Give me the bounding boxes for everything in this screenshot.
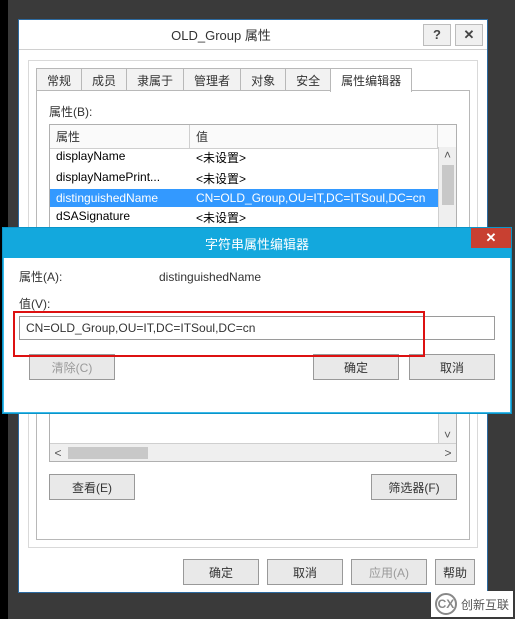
tab-members[interactable]: 成员: [81, 68, 127, 92]
tab-general[interactable]: 常规: [36, 68, 82, 92]
dialog-title: OLD_Group 属性: [19, 25, 423, 44]
help-footer-button[interactable]: 帮助: [435, 559, 475, 585]
titlebar: OLD_Group 属性 ? ✕: [19, 20, 487, 50]
logo-mark-icon: CX: [435, 593, 457, 615]
scroll-up-icon[interactable]: ˄: [440, 147, 456, 163]
filter-button[interactable]: 筛选器(F): [371, 474, 457, 500]
horizontal-scrollbar[interactable]: < >: [50, 443, 456, 461]
editor-ok-button[interactable]: 确定: [313, 354, 399, 380]
view-button[interactable]: 查看(E): [49, 474, 135, 500]
editor-cancel-button[interactable]: 取消: [409, 354, 495, 380]
scroll-down-icon[interactable]: ˅: [440, 427, 456, 443]
table-row[interactable]: displayName<未设置>: [50, 147, 438, 168]
col-header-scroll: [438, 125, 456, 148]
attributes-label: 属性(B):: [49, 103, 457, 120]
editor-title: 字符串属性编辑器: [3, 234, 511, 253]
value-input[interactable]: [19, 316, 495, 340]
attr-value: distinguishedName: [159, 270, 261, 284]
table-header: 属性 值: [50, 125, 456, 149]
table-row[interactable]: dSASignature<未设置>: [50, 207, 438, 228]
attr-label: 属性(A):: [19, 268, 159, 285]
help-button[interactable]: ?: [423, 24, 451, 46]
tab-managedby[interactable]: 管理者: [183, 68, 241, 92]
watermark-logo: CX 创新互联: [431, 591, 513, 617]
tab-object[interactable]: 对象: [240, 68, 286, 92]
logo-text: 创新互联: [461, 596, 509, 613]
table-row[interactable]: displayNamePrint...<未设置>: [50, 168, 438, 189]
scroll-left-icon[interactable]: <: [50, 445, 66, 461]
editor-close-button[interactable]: ✕: [471, 228, 511, 248]
scroll-right-icon[interactable]: >: [440, 445, 456, 461]
close-button[interactable]: ✕: [455, 24, 483, 46]
value-label: 值(V):: [19, 295, 495, 312]
scroll-thumb[interactable]: [68, 447, 148, 459]
tabs: 常规 成员 隶属于 管理者 对象 安全 属性编辑器: [36, 68, 477, 92]
apply-button[interactable]: 应用(A): [351, 559, 427, 585]
tab-attribute-editor[interactable]: 属性编辑器: [330, 68, 412, 92]
clear-button[interactable]: 清除(C): [29, 354, 115, 380]
dialog-footer: 确定 取消 应用(A) 帮助: [19, 552, 487, 592]
scroll-thumb[interactable]: [442, 165, 454, 205]
tab-memberof[interactable]: 隶属于: [126, 68, 184, 92]
col-header-value[interactable]: 值: [190, 125, 438, 148]
table-row[interactable]: distinguishedNameCN=OLD_Group,OU=IT,DC=I…: [50, 189, 438, 207]
string-editor-dialog: 字符串属性编辑器 ✕ 属性(A): distinguishedName 值(V)…: [2, 227, 512, 414]
tab-security[interactable]: 安全: [285, 68, 331, 92]
editor-titlebar: 字符串属性编辑器 ✕: [3, 228, 511, 258]
cancel-button[interactable]: 取消: [267, 559, 343, 585]
ok-button[interactable]: 确定: [183, 559, 259, 585]
col-header-name[interactable]: 属性: [50, 125, 190, 148]
